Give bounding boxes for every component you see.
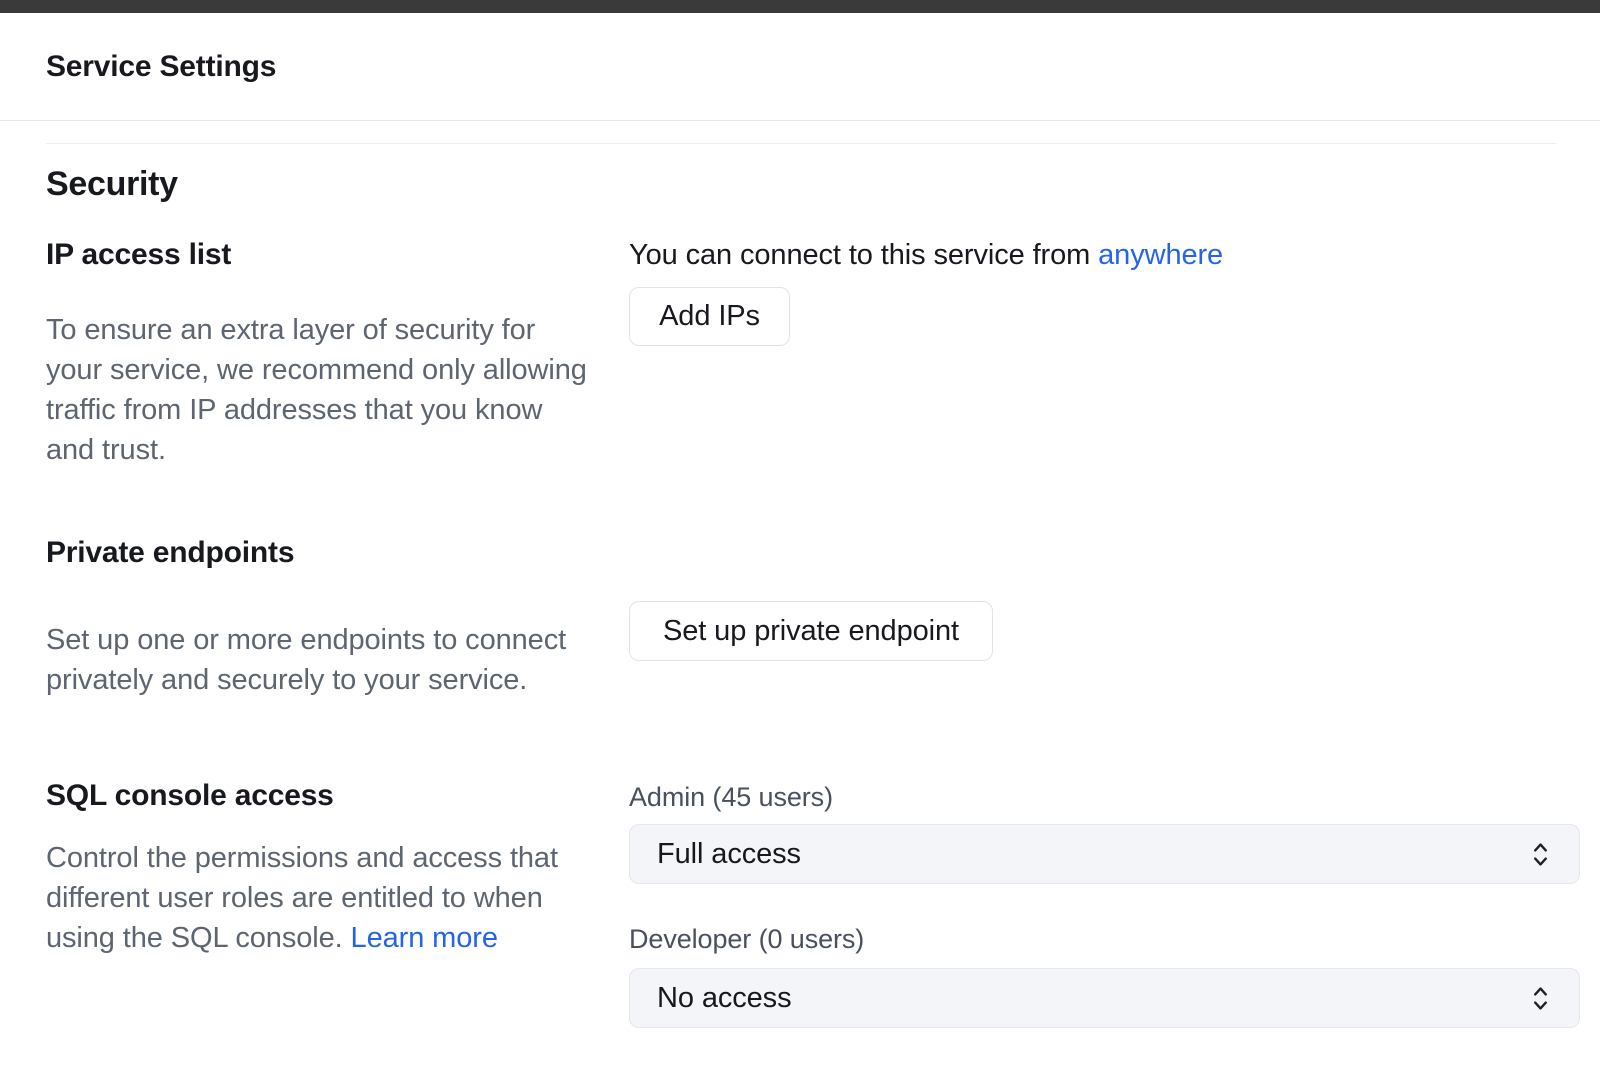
- ip-access-list-right-column: You can connect to this service from any…: [629, 236, 1580, 346]
- learn-more-link[interactable]: Learn more: [351, 922, 498, 954]
- ip-access-list-row: IP access list To ensure an extra layer …: [46, 236, 1580, 470]
- sql-console-access-description: Control the permissions and access that …: [46, 838, 591, 958]
- page-header: Service Settings: [0, 13, 1600, 121]
- developer-access-select[interactable]: No access: [629, 968, 1580, 1028]
- sql-console-access-heading: SQL console access: [46, 777, 591, 815]
- admin-access-selected-value: Full access: [657, 838, 801, 871]
- private-endpoints-right-column: Set up private endpoint: [629, 534, 1580, 661]
- select-chevrons-icon: [1532, 841, 1549, 868]
- sql-console-left-column: SQL console access Control the permissio…: [46, 777, 591, 958]
- ip-access-list-description: To ensure an extra layer of security for…: [46, 310, 591, 470]
- developer-access-selected-value: No access: [657, 982, 792, 1015]
- anywhere-link[interactable]: anywhere: [1098, 239, 1223, 271]
- section-divider: [46, 143, 1556, 144]
- private-endpoints-heading: Private endpoints: [46, 534, 591, 572]
- ip-access-list-heading: IP access list: [46, 236, 591, 274]
- private-endpoints-description: Set up one or more endpoints to connect …: [46, 620, 591, 700]
- sql-console-access-row: SQL console access Control the permissio…: [46, 777, 1580, 1028]
- window-top-bar: [0, 0, 1600, 13]
- add-ips-button[interactable]: Add IPs: [629, 287, 790, 346]
- page-title: Service Settings: [46, 50, 276, 84]
- ip-access-list-left-column: IP access list To ensure an extra layer …: [46, 236, 591, 470]
- private-endpoints-row: Private endpoints Set up one or more end…: [46, 534, 1580, 700]
- security-section-title: Security: [46, 162, 1580, 206]
- admin-access-select[interactable]: Full access: [629, 824, 1580, 884]
- sql-console-right-column: Admin (45 users) Full access Developer (…: [629, 777, 1580, 1028]
- ip-access-status-prefix: You can connect to this service from: [629, 239, 1098, 271]
- settings-content: Security IP access list To ensure an ext…: [0, 143, 1600, 1028]
- setup-private-endpoint-button[interactable]: Set up private endpoint: [629, 601, 993, 661]
- admin-role-label: Admin (45 users): [629, 782, 1580, 812]
- select-chevrons-icon: [1532, 985, 1549, 1012]
- private-endpoints-left-column: Private endpoints Set up one or more end…: [46, 534, 591, 700]
- ip-access-status-text: You can connect to this service from any…: [629, 236, 1580, 274]
- developer-role-label: Developer (0 users): [629, 924, 1580, 954]
